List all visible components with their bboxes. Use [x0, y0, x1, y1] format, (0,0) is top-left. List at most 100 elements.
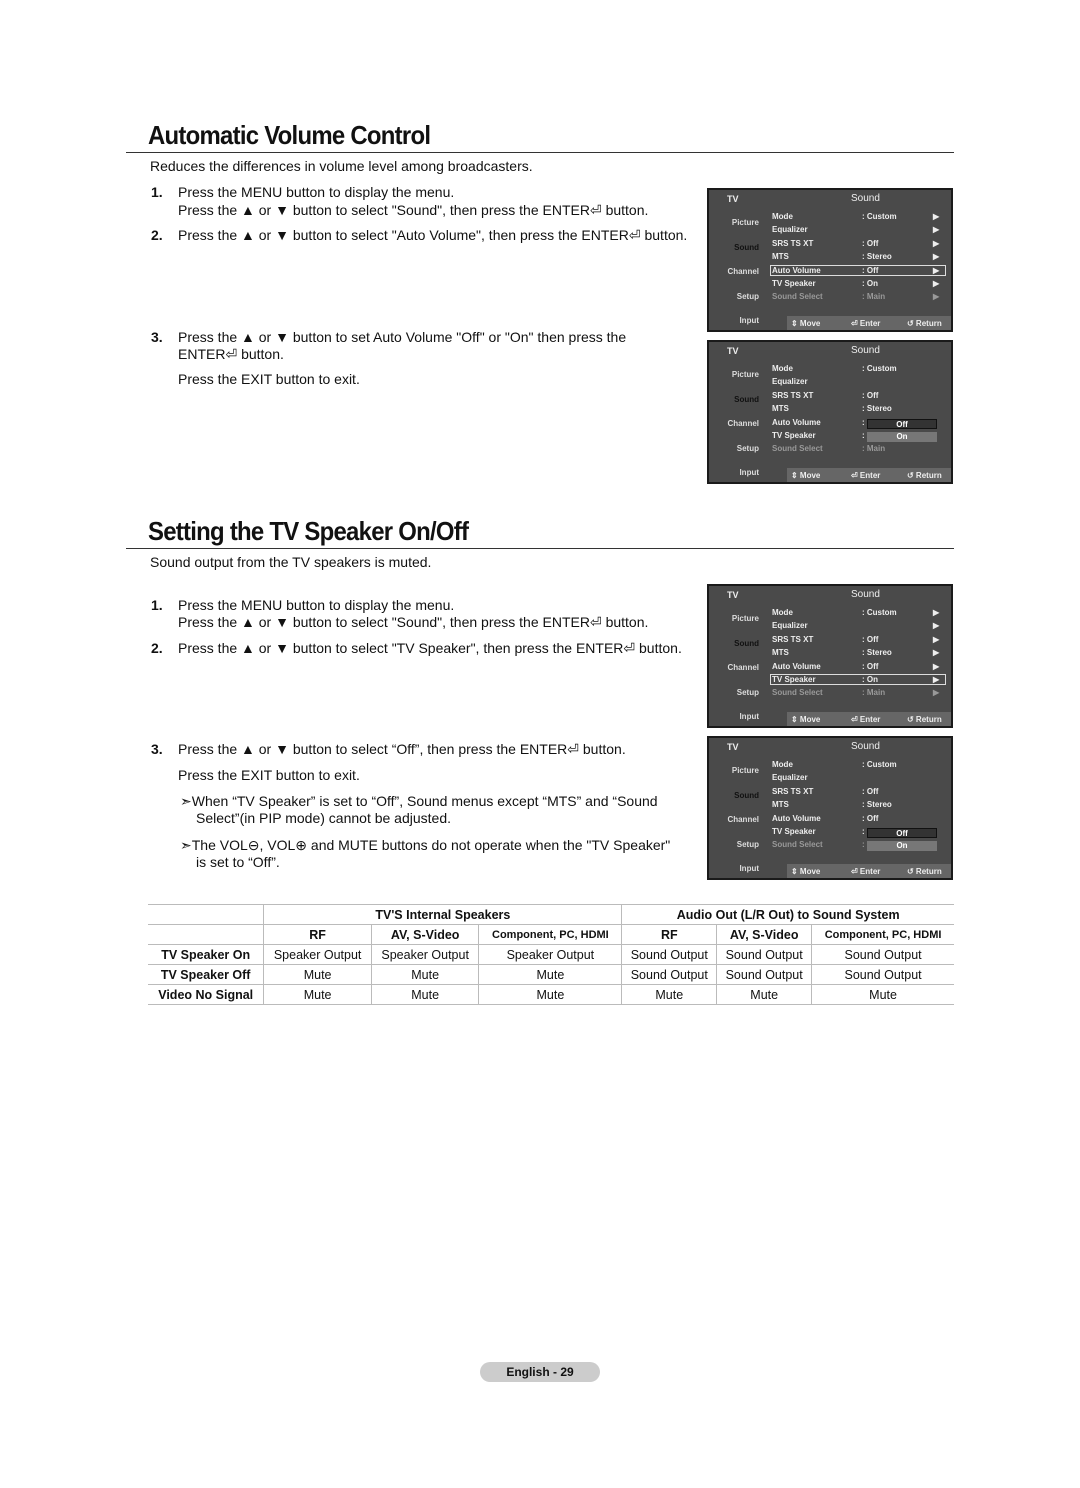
arrow-right-icon: ▶ — [933, 252, 940, 262]
arrow-right-icon: ▶ — [933, 648, 940, 658]
menu-side-tab: Setup — [736, 443, 759, 453]
menu-item: Mode — [772, 760, 793, 769]
menu-item-value: : — [862, 827, 865, 836]
column-header: Component, PC, HDMI — [478, 924, 623, 945]
menu-item: Sound Select — [772, 292, 823, 302]
step-text: Press the ▲ or ▼ button to select “Off”,… — [178, 741, 626, 757]
table-row: Video No Signal Mute Mute Mute Mute Mute Mute — [148, 984, 954, 1005]
table-row: TV Speaker Off Mute Mute Mute Sound Output So… — [148, 964, 954, 985]
menu-item: Equalizer — [772, 773, 808, 783]
menu-footer-hint: ⇕ Move — [791, 319, 821, 328]
note-text: ➣The VOL⊖, VOL⊕ and MUTE buttons do not … — [180, 837, 671, 853]
manual-page: Automatic Volume Control Reduces the dif… — [0, 0, 1080, 1488]
step-text: Press the EXIT button to exit. — [178, 371, 360, 387]
menu-tv-label: TV — [727, 742, 739, 752]
arrow-right-icon: ▶ — [933, 608, 940, 617]
menu-item-value: : Off — [862, 634, 879, 644]
menu-title: Sound — [851, 741, 880, 752]
arrow-right-icon: ▶ — [933, 225, 940, 235]
menu-tv-label: TV — [727, 346, 739, 356]
menu-side-tab: Input — [739, 316, 759, 325]
menu-side-tab: Picture — [731, 766, 759, 775]
step-text: ENTER⏎ button. — [178, 346, 284, 362]
menu-item-value: : — [862, 417, 865, 427]
menu-item-value: : Custom — [862, 364, 897, 373]
menu-side-tab: Input — [739, 864, 759, 873]
menu-item-value: : Off — [862, 390, 879, 400]
menu-item-value: : Off — [862, 813, 879, 823]
speaker-output-table: TV'S Internal Speakers Audio Out (L/R Ou… — [148, 904, 954, 1005]
menu-item-value: : Main — [862, 444, 886, 454]
column-header: AV, S-Video — [370, 924, 480, 945]
menu-item: Mode — [772, 364, 793, 373]
menu-side-tab: Input — [739, 468, 759, 477]
table-cell: Mute — [716, 984, 813, 1005]
step-text: Press the MENU button to display the men… — [178, 184, 455, 200]
menu-item-value: : Off — [862, 661, 879, 671]
menu-footer-hint: ↺ Return — [907, 715, 942, 724]
menu-item: TV Speaker — [772, 827, 816, 836]
menu-item: Mode — [772, 212, 793, 221]
row-header: Video No Signal — [148, 984, 265, 1005]
menu-side-tab: Channel — [727, 663, 759, 672]
step-text: Press the ▲ or ▼ button to select "TV Sp… — [178, 640, 682, 656]
menu-footer-hint: ⇕ Move — [791, 715, 821, 724]
menu-item: Auto Volume — [772, 813, 821, 823]
table-cell: Mute — [478, 984, 623, 1005]
menu-item-value: : — [862, 431, 865, 440]
menu-footer-hint: ⏎ Enter — [851, 715, 881, 724]
menu-side-tab: Sound — [734, 638, 759, 648]
table-cell: Mute — [478, 964, 623, 985]
menu-item-value: : Main — [862, 292, 886, 302]
menu-item-value: : — [862, 840, 865, 850]
menu-item-value: : Custom — [862, 212, 897, 221]
section-description: Sound output from the TV speakers is mut… — [150, 554, 432, 570]
sound-menu-screenshot: TV Sound Picture Sound Channel Setup Input Mode… — [707, 736, 953, 880]
menu-item: SRS TS XT — [772, 786, 814, 796]
menu-side-tab: Picture — [731, 218, 759, 227]
step-number: 3. — [151, 329, 163, 345]
divider — [126, 548, 954, 549]
step-number: 1. — [151, 597, 163, 613]
arrow-right-icon: ▶ — [933, 634, 940, 644]
menu-side-tab: Setup — [736, 291, 759, 301]
menu-side-tab: Channel — [727, 815, 759, 824]
menu-title: Sound — [851, 193, 880, 204]
row-header: TV Speaker On — [148, 944, 265, 965]
step-number: 2. — [151, 640, 163, 656]
menu-item: Auto Volume — [772, 661, 821, 671]
menu-footer-hint: ⏎ Enter — [851, 867, 881, 876]
step-number: 1. — [151, 184, 163, 200]
menu-item: Equalizer — [772, 377, 808, 387]
popup-option: On — [867, 841, 937, 852]
sound-menu-screenshot: TV Sound Picture Sound Channel Setup Input Mode… — [707, 584, 953, 728]
table-cell: Sound Output — [716, 964, 813, 985]
menu-item: Sound Select — [772, 840, 823, 850]
menu-item: Auto Volume — [772, 265, 821, 275]
row-header: TV Speaker Off — [148, 964, 265, 985]
sound-menu-screenshot: TV Sound Picture Sound Channel Setup Input Mode… — [707, 188, 953, 332]
column-header: AV, S-Video — [716, 924, 813, 945]
table-cell: Sound Output — [811, 944, 954, 965]
menu-footer-hint: ⇕ Move — [791, 471, 821, 480]
menu-item: TV Speaker — [772, 431, 816, 440]
menu-item: TV Speaker — [772, 675, 816, 684]
menu-footer-hint: ⏎ Enter — [851, 471, 881, 480]
arrow-right-icon: ▶ — [933, 661, 940, 671]
menu-side-tab: Setup — [736, 687, 759, 697]
menu-side-tab: Sound — [734, 242, 759, 252]
table-cell: Sound Output — [621, 944, 718, 965]
table-cell: Mute — [811, 984, 954, 1005]
note-text: Select”(in PIP mode) cannot be adjusted. — [196, 810, 452, 826]
arrow-right-icon: ▶ — [933, 688, 940, 698]
group-header: Audio Out (L/R Out) to Sound System — [621, 904, 954, 925]
corner-cell — [148, 924, 265, 945]
menu-item-value: : Off — [862, 265, 879, 275]
menu-item: SRS TS XT — [772, 390, 814, 400]
menu-item-value: : Stereo — [862, 404, 892, 414]
column-header: Component, PC, HDMI — [811, 924, 954, 945]
arrow-right-icon: ▶ — [933, 292, 940, 302]
step-text: Press the ▲ or ▼ button to select "Sound… — [178, 614, 649, 630]
table-row: TV Speaker On Speaker Output Speaker Outpu… — [148, 944, 954, 965]
note-text: is set to “Off”. — [196, 854, 280, 870]
